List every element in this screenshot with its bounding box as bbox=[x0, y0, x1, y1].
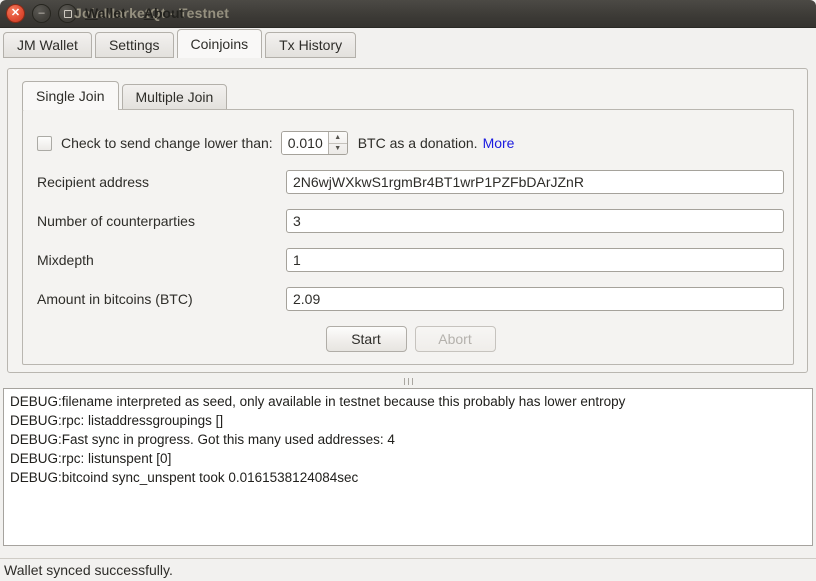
app-window: ✕ – JoinMarketQt - Testnet Wallet About … bbox=[0, 0, 816, 581]
log-line: DEBUG:Fast sync in progress. Got this ma… bbox=[10, 430, 806, 449]
log-line: DEBUG:filename interpreted as seed, only… bbox=[10, 392, 806, 411]
counterparties-row: Number of counterparties bbox=[37, 209, 784, 233]
log-line: DEBUG:rpc: listaddressgroupings [] bbox=[10, 411, 806, 430]
main-tabbar: JM Wallet Settings Coinjoins Tx History bbox=[3, 30, 359, 58]
recipient-address-row: Recipient address bbox=[37, 170, 784, 194]
menubar: Wallet About bbox=[76, 5, 193, 21]
spin-down-icon[interactable]: ▼ bbox=[329, 144, 347, 155]
tab-single-join[interactable]: Single Join bbox=[22, 81, 119, 110]
mixdepth-label: Mixdepth bbox=[37, 252, 286, 268]
debug-log[interactable]: DEBUG:filename interpreted as seed, only… bbox=[3, 388, 813, 546]
mixdepth-row: Mixdepth bbox=[37, 248, 784, 272]
donation-suffix-label: BTC as a donation. bbox=[358, 135, 478, 151]
statusbar: Wallet synced successfully. bbox=[0, 558, 816, 581]
donation-row: Check to send change lower than: ▲ ▼ BTC… bbox=[37, 131, 784, 155]
log-line: DEBUG:bitcoind sync_unspent took 0.01615… bbox=[10, 468, 806, 487]
recipient-address-input[interactable] bbox=[286, 170, 784, 194]
maximize-icon bbox=[64, 10, 72, 18]
counterparties-input[interactable] bbox=[286, 209, 784, 233]
amount-row: Amount in bitcoins (BTC) bbox=[37, 287, 784, 311]
status-message: Wallet synced successfully. bbox=[4, 562, 173, 578]
tab-jm-wallet[interactable]: JM Wallet bbox=[3, 32, 92, 58]
donation-checkbox[interactable] bbox=[37, 136, 52, 151]
donation-amount-input[interactable] bbox=[282, 132, 328, 154]
tab-coinjoins[interactable]: Coinjoins bbox=[177, 29, 263, 58]
close-button[interactable]: ✕ bbox=[6, 4, 25, 23]
donation-checkbox-label: Check to send change lower than: bbox=[61, 135, 273, 151]
action-buttons: Start Abort bbox=[37, 326, 784, 352]
minimize-button[interactable]: – bbox=[32, 4, 51, 23]
menu-item-about[interactable]: About bbox=[135, 5, 193, 21]
splitter-handle[interactable] bbox=[0, 377, 816, 386]
donation-more-link[interactable]: More bbox=[483, 135, 515, 151]
recipient-address-label: Recipient address bbox=[37, 174, 286, 190]
abort-button[interactable]: Abort bbox=[415, 326, 496, 352]
spin-buttons: ▲ ▼ bbox=[328, 132, 347, 154]
titlebar: ✕ – JoinMarketQt - Testnet Wallet About bbox=[0, 0, 816, 28]
amount-label: Amount in bitcoins (BTC) bbox=[37, 291, 286, 307]
mixdepth-input[interactable] bbox=[286, 248, 784, 272]
tab-settings[interactable]: Settings bbox=[95, 32, 174, 58]
coinjoins-frame: Single Join Multiple Join Check to send … bbox=[7, 68, 808, 373]
single-join-pane: Check to send change lower than: ▲ ▼ BTC… bbox=[22, 109, 794, 365]
counterparties-label: Number of counterparties bbox=[37, 213, 286, 229]
amount-input[interactable] bbox=[286, 287, 784, 311]
log-line: DEBUG:rpc: listunspent [0] bbox=[10, 449, 806, 468]
tab-tx-history[interactable]: Tx History bbox=[265, 32, 356, 58]
join-tabbar: Single Join Multiple Join bbox=[22, 83, 230, 110]
donation-amount-spinbox: ▲ ▼ bbox=[281, 131, 348, 155]
window-controls: ✕ – bbox=[6, 4, 77, 23]
start-button[interactable]: Start bbox=[326, 326, 407, 352]
tab-multiple-join[interactable]: Multiple Join bbox=[122, 84, 228, 110]
spin-up-icon[interactable]: ▲ bbox=[329, 132, 347, 144]
menu-item-wallet[interactable]: Wallet bbox=[76, 5, 135, 21]
